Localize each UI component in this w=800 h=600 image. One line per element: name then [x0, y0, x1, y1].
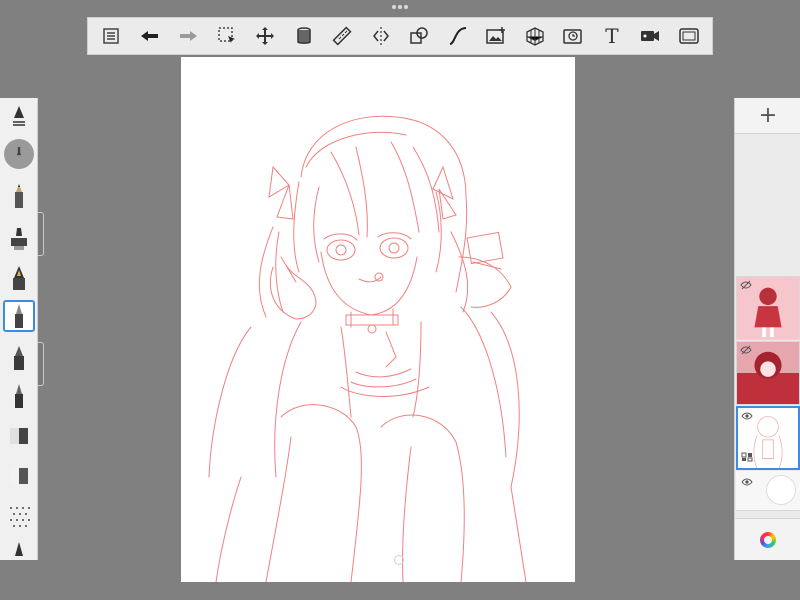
airbrush-brush[interactable]	[3, 222, 35, 254]
fine-pen-brush-icon	[15, 384, 23, 408]
list-icon	[103, 28, 119, 44]
menu-button[interactable]	[96, 21, 126, 51]
add-layer-button[interactable]: +	[735, 98, 800, 134]
move-arrows-icon	[256, 27, 275, 45]
curve-icon	[449, 27, 466, 45]
transform-tool-button[interactable]	[250, 21, 280, 51]
shapes-icon	[410, 27, 428, 44]
perspective-tool-button[interactable]	[520, 21, 550, 51]
redo-arrow-icon	[180, 31, 198, 41]
layer-visible-icon[interactable]	[741, 411, 753, 421]
paint-bucket-icon	[296, 27, 311, 44]
add-image-button[interactable]	[481, 21, 511, 51]
texture-brush-icon	[10, 507, 30, 527]
brush-palette-tab-upper[interactable]	[38, 212, 44, 256]
time-lapse-button[interactable]	[558, 21, 588, 51]
layer-visible-icon[interactable]	[741, 477, 753, 487]
ruler-icon	[332, 26, 352, 46]
ink-pen-brush-icon	[13, 266, 25, 290]
text-icon: T	[605, 24, 619, 48]
color-wheel-icon	[760, 531, 776, 548]
background-color-swatch[interactable]	[766, 475, 796, 505]
marker-brush[interactable]	[3, 342, 35, 374]
fine-pen-brush[interactable]	[3, 380, 35, 412]
pencil-brush-icon	[15, 184, 23, 208]
layer-hidden-icon[interactable]	[740, 345, 752, 355]
brush-settings-icon	[13, 106, 25, 126]
layer-thumbnail-2[interactable]	[736, 341, 800, 405]
marker-brush-icon	[14, 346, 24, 370]
brush-size-button[interactable]	[3, 138, 35, 170]
fill-tool-button[interactable]	[289, 21, 319, 51]
chisel-brush[interactable]	[3, 536, 35, 568]
brush-palette-tab-lower[interactable]	[38, 342, 44, 386]
video-camera-icon	[641, 31, 660, 41]
time-lapse-icon	[563, 29, 583, 44]
record-button[interactable]	[635, 21, 665, 51]
shapes-tool-button[interactable]	[404, 21, 434, 51]
background-layer[interactable]	[736, 471, 800, 511]
select-tool-button[interactable]	[212, 21, 242, 51]
airbrush-icon	[11, 228, 27, 250]
brush-settings-button[interactable]	[3, 100, 35, 132]
ballpoint-brush-icon	[15, 304, 23, 328]
add-image-icon	[486, 27, 506, 44]
undo-button[interactable]	[135, 21, 165, 51]
text-tool-button[interactable]: T	[597, 21, 627, 51]
color-picker-button[interactable]	[735, 518, 800, 560]
texture-brush[interactable]	[3, 500, 35, 532]
hard-eraser[interactable]	[3, 420, 35, 452]
perspective-grid-icon	[526, 27, 544, 46]
ballpoint-brush[interactable]	[3, 300, 35, 332]
undo-arrow-icon	[140, 31, 158, 41]
drawing-canvas[interactable]	[181, 57, 575, 583]
fullscreen-button[interactable]	[674, 21, 704, 51]
brush-palette	[0, 98, 38, 560]
fullscreen-icon	[679, 28, 699, 44]
curve-tool-button[interactable]	[443, 21, 473, 51]
sketch-artwork	[208, 115, 527, 583]
pencil-brush[interactable]	[3, 180, 35, 212]
hard-eraser-icon	[10, 428, 28, 444]
top-toolbar: T	[87, 17, 713, 55]
canvas-rotate-handle[interactable]	[394, 555, 404, 565]
toolbar-grip[interactable]	[392, 4, 408, 10]
symmetry-icon	[372, 27, 389, 45]
ink-pen-brush[interactable]	[3, 262, 35, 294]
chisel-brush-icon	[15, 542, 23, 556]
size-dot-icon	[4, 139, 34, 169]
redo-button[interactable]	[173, 21, 203, 51]
soft-eraser-icon	[10, 468, 28, 484]
selection-icon	[217, 27, 235, 43]
symmetry-tool-button[interactable]	[366, 21, 396, 51]
soft-eraser[interactable]	[3, 460, 35, 492]
layer-thumbnail-1[interactable]	[736, 276, 800, 340]
layer-hidden-icon[interactable]	[740, 280, 752, 290]
ruler-tool-button[interactable]	[327, 21, 357, 51]
layer-thumbnail-3[interactable]	[736, 406, 800, 470]
layers-panel: +	[734, 98, 800, 560]
layer-blend-icon[interactable]	[741, 452, 753, 462]
